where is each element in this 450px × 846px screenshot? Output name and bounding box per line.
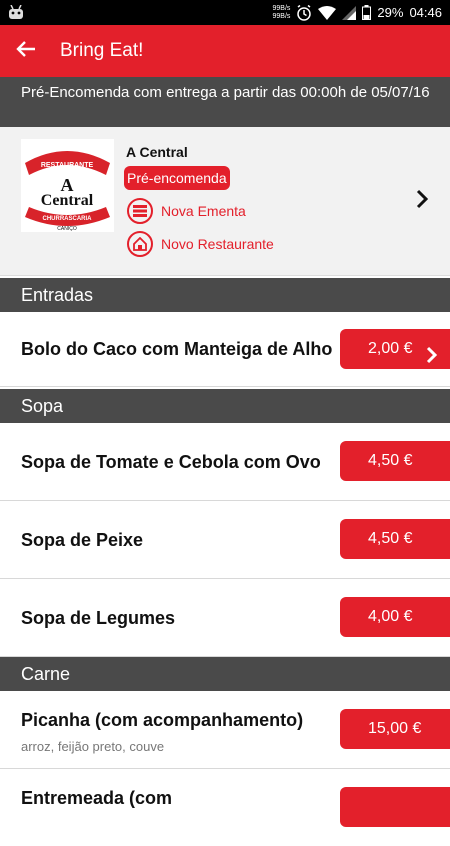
restaurant-card[interactable]: RESTAURANTE A Central CHURRASCARIA CANIÇ…: [0, 127, 450, 276]
menu-item[interactable]: Sopa de Tomate e Cebola com Ovo 4,50 €: [0, 423, 450, 501]
net-down: 99B/s: [272, 12, 291, 20]
android-icon: [8, 5, 24, 19]
item-name: Bolo do Caco com Manteiga de Alho: [21, 339, 333, 359]
item-price: 2,00 €: [368, 340, 413, 357]
status-bar: 99B/s 99B/s 29% 04:46: [0, 0, 450, 25]
menu-item[interactable]: Sopa de Legumes 4,00 €: [0, 579, 450, 657]
menu-item[interactable]: Sopa de Peixe 4,50 €: [0, 501, 450, 579]
section-sopa: Sopa: [0, 389, 450, 423]
signal-icon: [342, 5, 357, 20]
arrow-left-icon: [16, 40, 36, 63]
restaurant-name: A Central: [126, 144, 188, 160]
app-title: Bring Eat!: [60, 40, 144, 61]
price-button[interactable]: [340, 787, 450, 827]
new-menu-label: Nova Ementa: [161, 203, 246, 219]
battery-icon: [362, 5, 372, 20]
item-name: Sopa de Peixe: [21, 530, 144, 550]
app-bar: Bring Eat!: [0, 25, 450, 77]
price-button[interactable]: 4,50 €: [340, 519, 450, 559]
alarm-icon: [296, 4, 312, 21]
svg-text:CANIÇO: CANIÇO: [57, 226, 77, 232]
preorder-badge: Pré-encomenda: [124, 166, 230, 190]
item-description: arroz, feijão preto, couve: [21, 739, 165, 754]
section-entradas: Entradas: [0, 278, 450, 312]
new-restaurant-label: Novo Restaurante: [161, 236, 274, 252]
svg-text:RESTAURANTE: RESTAURANTE: [41, 162, 94, 169]
svg-text:CHURRASCARIA: CHURRASCARIA: [43, 216, 93, 222]
item-price: 15,00 €: [368, 720, 422, 737]
chevron-right-icon: [416, 189, 429, 214]
battery-level: 29%: [377, 5, 404, 20]
chevron-right-icon: [426, 340, 438, 380]
svg-text:Central: Central: [41, 192, 94, 209]
item-name: Sopa de Tomate e Cebola com Ovo: [21, 452, 321, 472]
price-button[interactable]: 15,00 €: [340, 709, 450, 749]
new-restaurant-tag: Novo Restaurante: [127, 231, 274, 257]
network-speed: 99B/s 99B/s: [273, 5, 291, 21]
price-button[interactable]: 4,50 €: [340, 441, 450, 481]
menu-icon: [127, 198, 153, 224]
menu-item[interactable]: Picanha (com acompanhamento) arroz, feij…: [0, 691, 450, 769]
new-menu-tag: Nova Ementa: [127, 198, 246, 224]
item-price: 4,50 €: [368, 530, 413, 547]
item-price: 4,50 €: [368, 452, 413, 469]
menu-item[interactable]: Entremeada (com: [0, 769, 450, 846]
item-name: Sopa de Legumes: [21, 608, 176, 628]
back-button[interactable]: [0, 25, 52, 77]
menu-item[interactable]: Bolo do Caco com Manteiga de Alho 2,00 €: [0, 312, 450, 387]
item-name: Picanha (com acompanhamento): [21, 710, 304, 730]
item-name: Entremeada (com: [21, 788, 173, 808]
restaurant-logo: RESTAURANTE A Central CHURRASCARIA CANIÇ…: [21, 139, 114, 232]
item-price: 4,00 €: [368, 608, 413, 625]
price-button[interactable]: 4,00 €: [340, 597, 450, 637]
price-button[interactable]: 2,00 €: [340, 329, 450, 369]
clock: 04:46: [409, 5, 442, 20]
wifi-icon: [318, 5, 337, 20]
net-up: 99B/s: [272, 4, 291, 12]
section-carne: Carne: [0, 657, 450, 691]
house-icon: [127, 231, 153, 257]
preorder-banner: Pré-Encomenda com entrega a partir das 0…: [0, 77, 450, 127]
